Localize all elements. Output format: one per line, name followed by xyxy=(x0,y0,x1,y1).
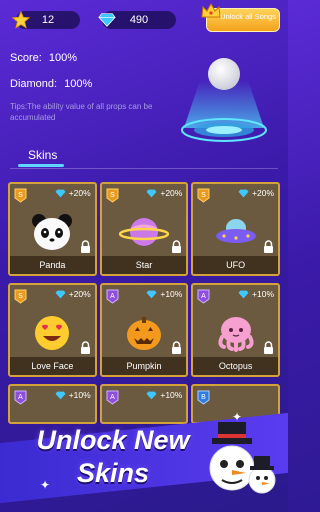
promo-title: Unlock New Skins xyxy=(36,425,190,488)
diamonds-counter: 490 xyxy=(98,11,176,29)
skin-bonus: +10% xyxy=(146,289,182,299)
skin-card-octopus[interactable]: A +10% Octopus xyxy=(191,283,281,377)
skin-bonus: +10% xyxy=(238,289,274,299)
star-icon xyxy=(10,9,32,31)
skin-card-love-face[interactable]: S +20% Love Face xyxy=(8,283,97,377)
skin-bonus: +10% xyxy=(146,390,182,400)
diamond-icon xyxy=(238,189,249,197)
svg-text:B: B xyxy=(202,394,207,401)
score-label: Score: xyxy=(10,52,42,64)
skin-bonus-value: +20% xyxy=(68,289,91,299)
unlock-all-songs-button[interactable]: Unlock all Songs xyxy=(201,2,280,32)
rank-a-badge-icon: A xyxy=(197,289,210,304)
top-bar: 12 490 Unlock all Songs xyxy=(6,2,282,32)
lock-icon xyxy=(171,341,182,354)
tip-text: Tips:The ability value of all props can … xyxy=(10,102,153,122)
diamonds-count: 490 xyxy=(129,14,149,26)
skin-name: Octopus xyxy=(193,357,279,375)
tab-skins[interactable]: Skins xyxy=(28,148,57,162)
snowman-icon xyxy=(202,416,282,503)
lock-icon xyxy=(80,240,91,253)
skin-bonus: +20% xyxy=(238,188,274,198)
svg-text:A: A xyxy=(202,293,207,300)
svg-text:S: S xyxy=(202,192,207,199)
rank-s-badge-icon: S xyxy=(14,289,27,304)
skin-card-panda[interactable]: S +20% Panda xyxy=(8,182,97,276)
diamond-icon xyxy=(146,189,157,197)
skin-card-pumpkin[interactable]: A +10% Pumpkin xyxy=(99,283,189,377)
skin-card-ufo[interactable]: S +20% UFO xyxy=(191,182,281,276)
rank-a-badge-icon: A xyxy=(106,390,119,405)
diamond-label: Diamond: xyxy=(10,78,58,90)
skin-bonus: +10% xyxy=(55,390,91,400)
tab-underline xyxy=(18,164,64,167)
skin-bonus-value: +20% xyxy=(252,188,275,198)
skin-bonus-value: +20% xyxy=(160,188,183,198)
skin-name: Star xyxy=(101,256,187,274)
diamond-icon xyxy=(146,290,157,298)
score-value: 100% xyxy=(48,52,77,64)
rank-b-badge-icon: B xyxy=(197,390,210,405)
svg-text:S: S xyxy=(18,293,23,300)
skin-bonus-value: +10% xyxy=(160,390,183,400)
svg-text:S: S xyxy=(110,192,115,199)
skin-bonus: +20% xyxy=(55,289,91,299)
diamond-icon xyxy=(146,391,157,399)
diamond-icon xyxy=(55,391,66,399)
diamond-icon xyxy=(96,9,118,31)
lock-icon xyxy=(263,341,274,354)
skin-card-star[interactable]: S +20% Star xyxy=(99,182,189,276)
skin-name: Pumpkin xyxy=(101,357,187,375)
skin-bonus-value: +10% xyxy=(252,289,275,299)
stars-count: 12 xyxy=(41,14,55,26)
lock-icon xyxy=(263,240,274,253)
skins-grid: S +20% Panda S +20% Star S +20% UFO S +2… xyxy=(8,182,281,431)
skin-bonus-value: +20% xyxy=(68,188,91,198)
rank-s-badge-icon: S xyxy=(14,188,27,203)
rank-s-badge-icon: S xyxy=(197,188,210,203)
lock-icon xyxy=(171,240,182,253)
stars-counter: 12 xyxy=(12,11,80,29)
diamond-value: 100% xyxy=(64,78,93,90)
crown-icon xyxy=(201,2,221,21)
svg-text:A: A xyxy=(110,293,115,300)
rank-s-badge-icon: S xyxy=(106,188,119,203)
ball-platform xyxy=(178,50,270,144)
diamond-icon xyxy=(55,189,66,197)
svg-text:A: A xyxy=(110,394,115,401)
divider xyxy=(10,168,278,169)
rank-a-badge-icon: A xyxy=(106,289,119,304)
diamond-icon xyxy=(55,290,66,298)
skin-name: Love Face xyxy=(10,357,95,375)
skin-bonus: +20% xyxy=(55,188,91,198)
skin-bonus-value: +10% xyxy=(160,289,183,299)
skin-name: Panda xyxy=(10,256,95,274)
skin-name: UFO xyxy=(193,256,279,274)
svg-text:S: S xyxy=(18,192,23,199)
skin-bonus-value: +10% xyxy=(68,390,91,400)
stats-panel: Score: 100% Diamond: 100% xyxy=(10,52,92,104)
lock-icon xyxy=(80,341,91,354)
svg-text:A: A xyxy=(18,394,23,401)
score-stat: Score: 100% xyxy=(10,52,92,78)
promo-banner: ✦ ✦ Unlock New Skins xyxy=(0,410,288,512)
diamond-icon xyxy=(238,290,249,298)
unlock-all-songs-label: Unlock all Songs xyxy=(220,12,276,21)
rank-a-badge-icon: A xyxy=(14,390,27,405)
skin-bonus: +20% xyxy=(146,188,182,198)
